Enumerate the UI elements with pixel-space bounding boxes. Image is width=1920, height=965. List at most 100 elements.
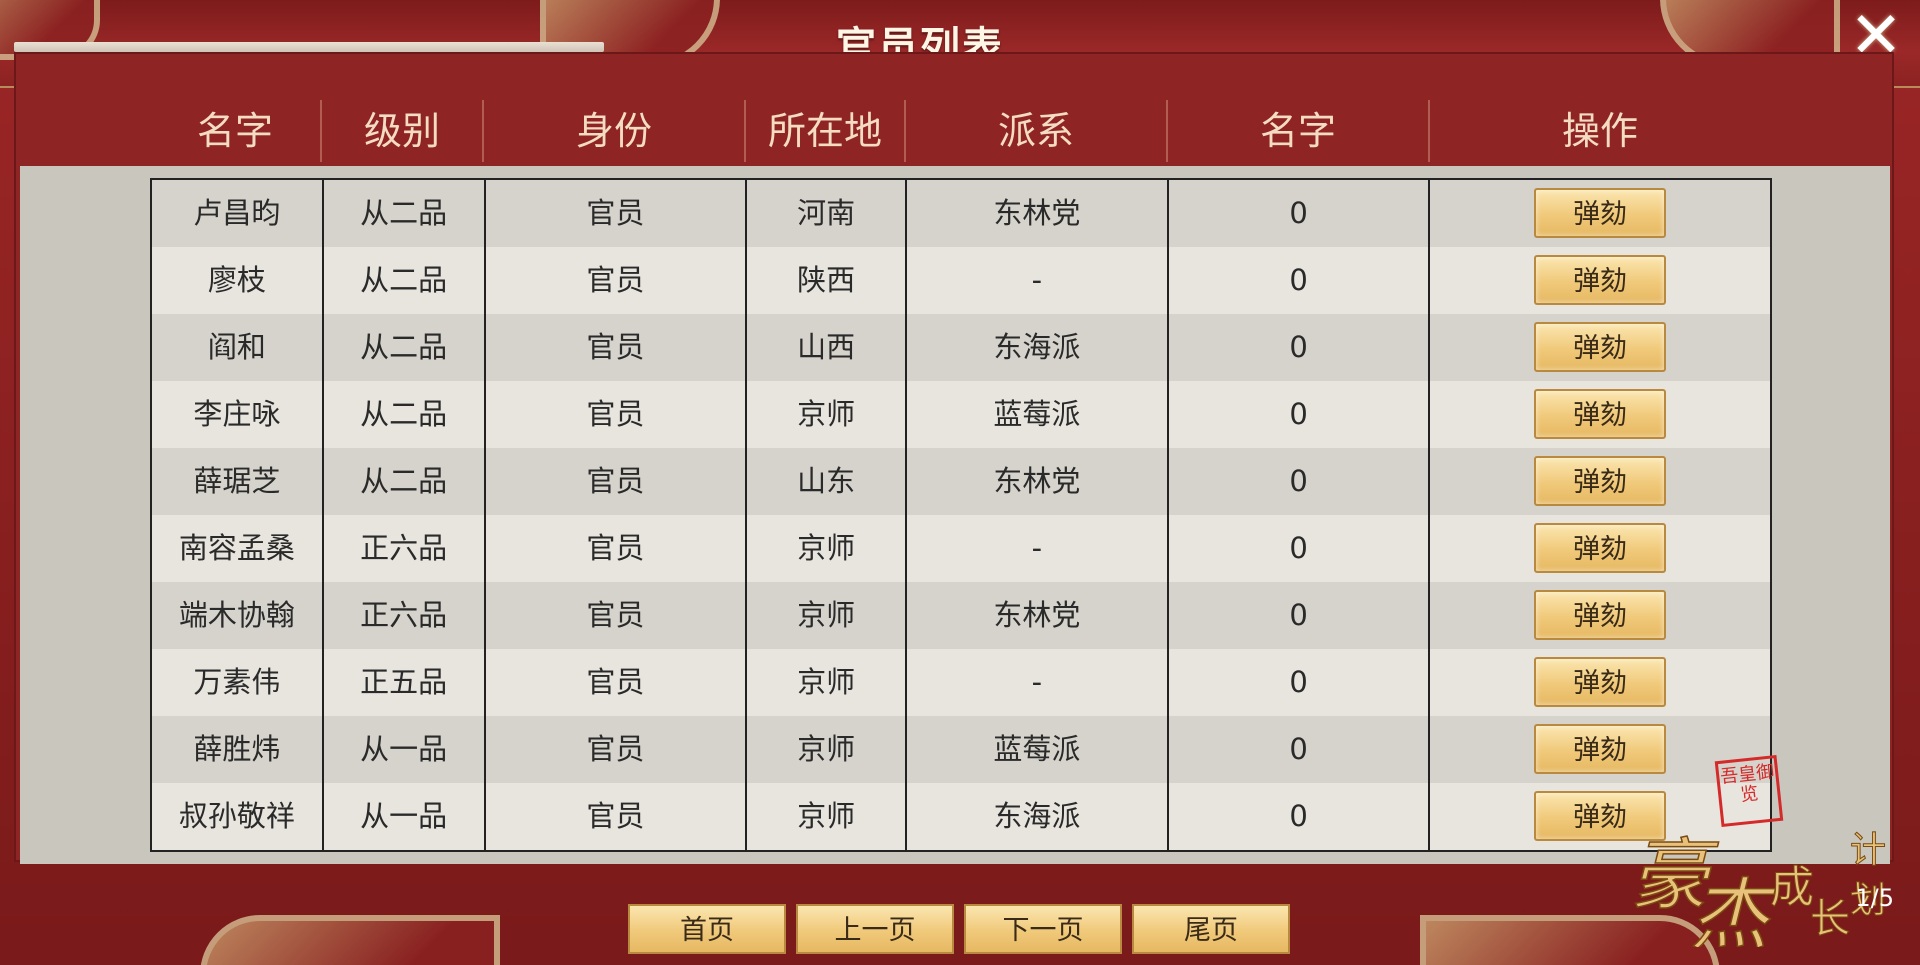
header-location: 所在地 bbox=[746, 100, 906, 162]
header-faction: 派系 bbox=[906, 100, 1168, 162]
cell-identity: 官员 bbox=[486, 649, 748, 716]
table-row: 叔孙敬祥 从一品 官员 京师 东海派 0 弹劾 bbox=[152, 783, 1770, 850]
cell-location: 山东 bbox=[747, 448, 908, 515]
next-page-button[interactable]: 下一页 bbox=[964, 904, 1122, 954]
impeach-button[interactable]: 弹劾 bbox=[1534, 389, 1667, 439]
cell-rank: 从一品 bbox=[324, 783, 486, 850]
cell-name: 李庄咏 bbox=[152, 381, 324, 448]
header-value: 名字 bbox=[1168, 100, 1430, 162]
cell-value: 0 bbox=[1169, 649, 1431, 716]
cell-rank: 从二品 bbox=[324, 180, 486, 247]
cell-rank: 从二品 bbox=[324, 381, 486, 448]
cell-rank: 正六品 bbox=[324, 515, 486, 582]
cell-faction: 东海派 bbox=[907, 314, 1169, 381]
impeach-button[interactable]: 弹劾 bbox=[1534, 188, 1667, 238]
svg-text:成: 成 bbox=[1770, 862, 1814, 913]
cell-name: 薛胜炜 bbox=[152, 716, 324, 783]
header-action: 操作 bbox=[1561, 109, 1638, 153]
impeach-button[interactable]: 弹劾 bbox=[1534, 322, 1667, 372]
cell-faction: 蓝莓派 bbox=[907, 716, 1169, 783]
cell-action: 弹劾 bbox=[1430, 247, 1770, 314]
cell-action: 弹劾 bbox=[1430, 448, 1770, 515]
cell-action: 弹劾 bbox=[1430, 515, 1770, 582]
cell-location: 京师 bbox=[747, 515, 908, 582]
cell-action: 弹劾 bbox=[1430, 649, 1770, 716]
impeach-button[interactable]: 弹劾 bbox=[1534, 523, 1667, 573]
cell-rank: 正六品 bbox=[324, 582, 486, 649]
cell-identity: 官员 bbox=[486, 314, 748, 381]
pagination: 首页 上一页 下一页 尾页 bbox=[628, 904, 1290, 954]
bottom-ornament-left bbox=[200, 915, 500, 965]
cell-rank: 从二品 bbox=[324, 247, 486, 314]
cell-location: 京师 bbox=[747, 582, 908, 649]
cell-action: 弹劾 bbox=[1430, 314, 1770, 381]
cell-location: 京师 bbox=[747, 649, 908, 716]
cell-value: 0 bbox=[1169, 381, 1431, 448]
cell-name: 薛琚芝 bbox=[152, 448, 324, 515]
table-header: 名字 级别 身份 所在地 派系 名字 操作 bbox=[150, 100, 1770, 162]
cell-rank: 正五品 bbox=[324, 649, 486, 716]
cell-identity: 官员 bbox=[486, 515, 748, 582]
cell-faction: 东林党 bbox=[907, 180, 1169, 247]
impeach-button[interactable]: 弹劾 bbox=[1534, 590, 1667, 640]
cell-action: 弹劾 bbox=[1430, 381, 1770, 448]
prev-page-button[interactable]: 上一页 bbox=[796, 904, 954, 954]
first-page-button[interactable]: 首页 bbox=[628, 904, 786, 954]
cell-name: 廖枝 bbox=[152, 247, 324, 314]
cell-location: 京师 bbox=[747, 716, 908, 783]
table-row: 廖枝 从二品 官员 陕西 - 0 弹劾 bbox=[152, 247, 1770, 314]
cell-identity: 官员 bbox=[486, 247, 748, 314]
svg-text:杰: 杰 bbox=[1690, 871, 1776, 947]
cell-identity: 官员 bbox=[486, 180, 748, 247]
cell-name: 南容孟桑 bbox=[152, 515, 324, 582]
cell-faction: 蓝莓派 bbox=[907, 381, 1169, 448]
cell-value: 0 bbox=[1169, 783, 1431, 850]
table-row: 端木协翰 正六品 官员 京师 东林党 0 弹劾 bbox=[152, 582, 1770, 649]
svg-text:计: 计 bbox=[1850, 830, 1886, 871]
cell-identity: 官员 bbox=[486, 381, 748, 448]
cell-name: 万素伟 bbox=[152, 649, 324, 716]
svg-text:长: 长 bbox=[1810, 896, 1850, 942]
cell-faction: 东林党 bbox=[907, 448, 1169, 515]
impeach-button[interactable]: 弹劾 bbox=[1534, 657, 1667, 707]
cell-name: 叔孙敬祥 bbox=[152, 783, 324, 850]
seal-stamp: 吾皇御览 bbox=[1714, 754, 1784, 828]
table-row: 阎和 从二品 官员 山西 东海派 0 弹劾 bbox=[152, 314, 1770, 381]
cell-value: 0 bbox=[1169, 448, 1431, 515]
cell-location: 河南 bbox=[747, 180, 908, 247]
table-row: 南容孟桑 正六品 官员 京师 - 0 弹劾 bbox=[152, 515, 1770, 582]
cell-value: 0 bbox=[1169, 515, 1431, 582]
cell-location: 陕西 bbox=[747, 247, 908, 314]
header-identity: 身份 bbox=[484, 100, 746, 162]
table-row: 万素伟 正五品 官员 京师 - 0 弹劾 bbox=[152, 649, 1770, 716]
cell-identity: 官员 bbox=[486, 448, 748, 515]
cell-faction: - bbox=[907, 247, 1169, 314]
header-rank: 级别 bbox=[322, 100, 484, 162]
cell-value: 0 bbox=[1169, 582, 1431, 649]
cell-identity: 官员 bbox=[486, 716, 748, 783]
cell-value: 0 bbox=[1169, 314, 1431, 381]
header-name: 名字 bbox=[150, 100, 322, 162]
cell-identity: 官员 bbox=[486, 582, 748, 649]
cell-value: 0 bbox=[1169, 247, 1431, 314]
cell-faction: 东林党 bbox=[907, 582, 1169, 649]
cell-name: 阎和 bbox=[152, 314, 324, 381]
table-row: 薛胜炜 从一品 官员 京师 蓝莓派 0 弹劾 bbox=[152, 716, 1770, 783]
cell-location: 山西 bbox=[747, 314, 908, 381]
table-row: 李庄咏 从二品 官员 京师 蓝莓派 0 弹劾 bbox=[152, 381, 1770, 448]
cell-action: 弹劾 bbox=[1430, 582, 1770, 649]
cell-name: 端木协翰 bbox=[152, 582, 324, 649]
cell-identity: 官员 bbox=[486, 783, 748, 850]
cell-faction: 东海派 bbox=[907, 783, 1169, 850]
last-page-button[interactable]: 尾页 bbox=[1132, 904, 1290, 954]
impeach-button[interactable]: 弹劾 bbox=[1534, 255, 1667, 305]
cell-rank: 从二品 bbox=[324, 314, 486, 381]
official-table: 卢昌昀 从二品 官员 河南 东林党 0 弹劾 廖枝 从二品 官员 陕西 - 0 … bbox=[150, 178, 1772, 852]
cell-value: 0 bbox=[1169, 180, 1431, 247]
page-indicator: 1/5 bbox=[1855, 884, 1894, 912]
cell-name: 卢昌昀 bbox=[152, 180, 324, 247]
table-row: 卢昌昀 从二品 官员 河南 东林党 0 弹劾 bbox=[152, 180, 1770, 247]
cell-action: 弹劾 bbox=[1430, 180, 1770, 247]
cell-value: 0 bbox=[1169, 716, 1431, 783]
impeach-button[interactable]: 弹劾 bbox=[1534, 456, 1667, 506]
